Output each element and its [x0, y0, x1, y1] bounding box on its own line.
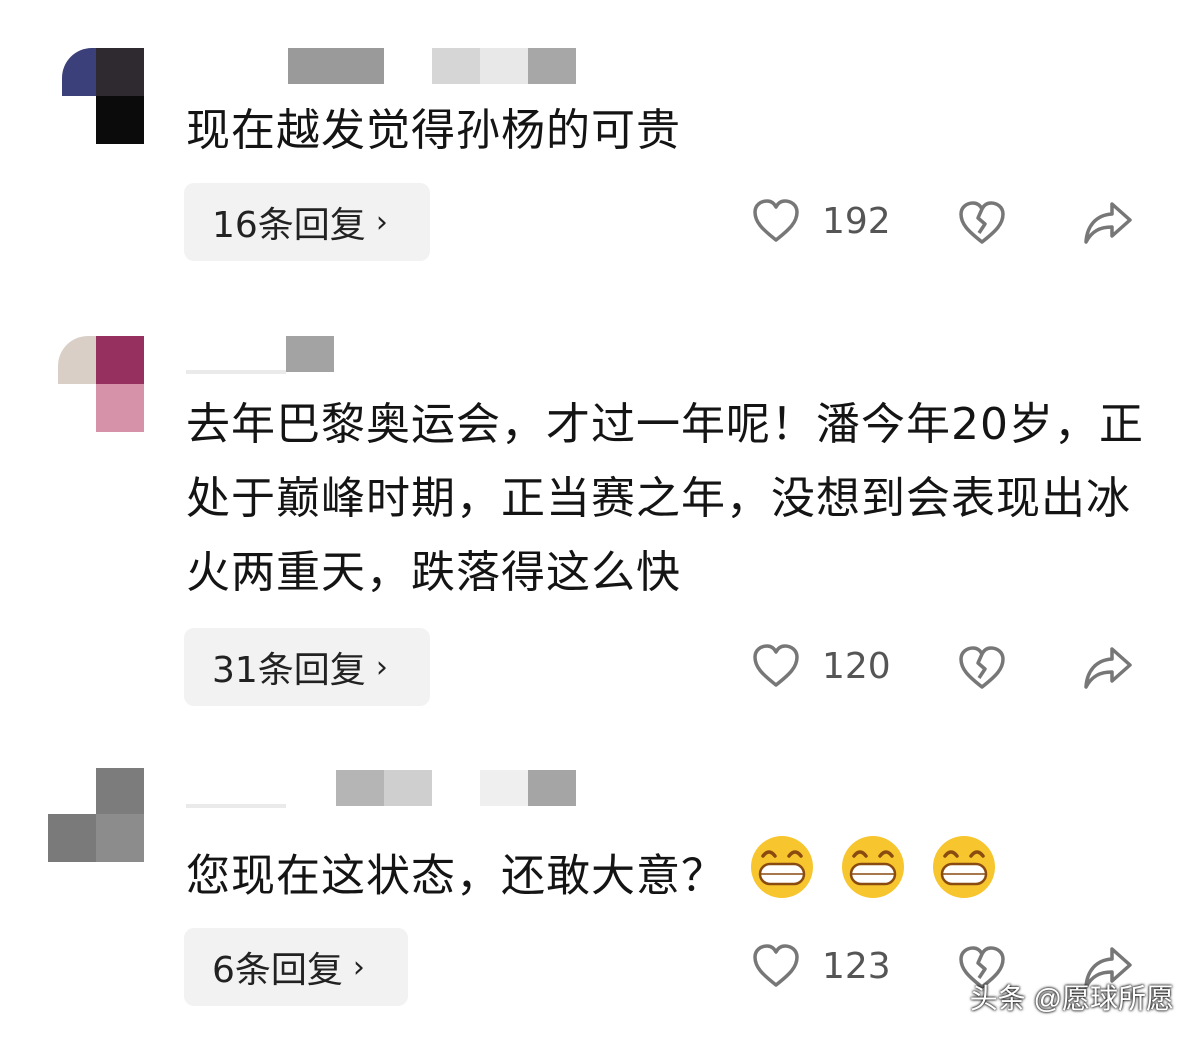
comment-text: 您现在这状态，还敢大意？: [186, 834, 1146, 923]
like-count: 123: [822, 945, 891, 987]
comment-text: 现在越发觉得孙杨的可贵: [186, 105, 681, 156]
heart-outline-icon: [752, 943, 800, 989]
grinning-face-emoji: [929, 834, 999, 923]
share-arrow-icon[interactable]: [1082, 645, 1134, 691]
grinning-face-emoji: [747, 834, 817, 923]
grinning-face-emoji: [838, 834, 908, 923]
like-button[interactable]: 120: [752, 643, 891, 689]
heart-outline-icon: [752, 643, 800, 689]
reply-count-label: 16条回复: [212, 205, 366, 246]
reply-count-label: 31条回复: [212, 650, 366, 691]
heart-outline-icon: [752, 198, 800, 244]
chevron-right-icon: ›: [375, 649, 388, 685]
chevron-right-icon: ›: [352, 949, 365, 985]
comment-text-content: 您现在这状态，还敢大意？: [186, 850, 726, 902]
reply-count-label: 6条回复: [212, 950, 343, 991]
broken-heart-icon[interactable]: [958, 200, 1006, 246]
username-blurred[interactable]: [186, 336, 346, 374]
view-replies-button[interactable]: 6条回复 ›: [184, 928, 408, 1006]
avatar[interactable]: [58, 336, 158, 436]
username-blurred[interactable]: [186, 770, 576, 808]
view-replies-button[interactable]: 31条回复 ›: [184, 628, 430, 706]
avatar[interactable]: [62, 40, 162, 144]
share-arrow-icon[interactable]: [1082, 200, 1134, 246]
username-blurred[interactable]: [240, 48, 580, 84]
comment-text: 去年巴黎奥运会，才过一年呢！潘今年20岁，正处于巅峰时期，正当赛之年，没想到会表…: [186, 399, 1144, 598]
like-count: 120: [822, 645, 891, 687]
broken-heart-icon[interactable]: [958, 645, 1006, 691]
chevron-right-icon: ›: [375, 204, 388, 240]
like-button[interactable]: 123: [752, 943, 891, 989]
view-replies-button[interactable]: 16条回复 ›: [184, 183, 430, 261]
like-button[interactable]: 192: [752, 198, 891, 244]
like-count: 192: [822, 200, 891, 242]
avatar[interactable]: [48, 768, 148, 868]
watermark: 头条 @愿球所愿: [969, 983, 1174, 1014]
